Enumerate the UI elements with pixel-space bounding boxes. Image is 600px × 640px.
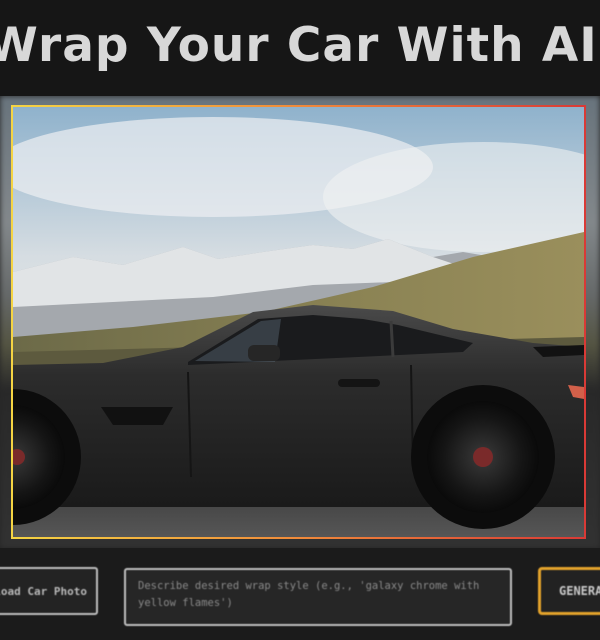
app-header: Wrap Your Car With AI [0, 0, 600, 96]
car-photo [13, 107, 584, 537]
preview-stage [0, 96, 600, 548]
car-photo-frame [11, 105, 586, 539]
controls-bar: Upload Car Photo GENERATE [0, 548, 600, 640]
upload-photo-button[interactable]: Upload Car Photo [0, 567, 98, 615]
generate-button[interactable]: GENERATE [538, 567, 600, 615]
wrap-style-prompt-input[interactable] [124, 568, 512, 626]
page-title: Wrap Your Car With AI [0, 18, 598, 73]
